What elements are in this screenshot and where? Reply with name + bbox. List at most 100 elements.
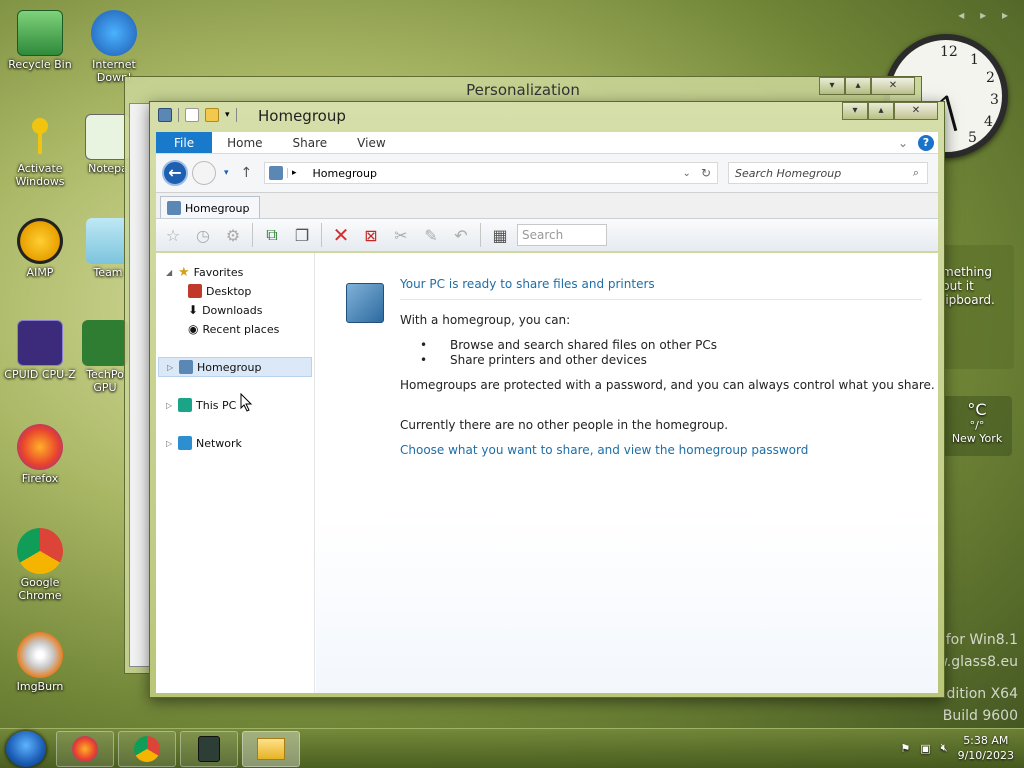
ribbon-tabs: File Home Share View ⌄ ? bbox=[156, 132, 938, 154]
title-bar[interactable]: ▾ Homegroup ▾ ▴ ✕ bbox=[150, 102, 944, 130]
up-arrow-icon[interactable]: ↑ bbox=[241, 165, 253, 181]
nav-homegroup[interactable]: ▷ Homegroup bbox=[158, 357, 312, 377]
refresh-icon[interactable]: ↻ bbox=[701, 166, 717, 180]
recent-places-icon: ◉ bbox=[188, 322, 199, 336]
system-tray: ⚑ ▣ 🔇︎ 5:38 AM 9/10/2023 bbox=[900, 733, 1014, 763]
tab-homegroup[interactable]: Homegroup bbox=[160, 196, 261, 219]
taskbar-clock[interactable]: 5:38 AM 9/10/2023 bbox=[958, 733, 1014, 763]
volume-muted-icon[interactable]: 🔇︎ bbox=[941, 741, 948, 755]
maximize-button[interactable]: ▴ bbox=[868, 102, 894, 120]
view-options-icon[interactable]: ▦ bbox=[487, 222, 513, 248]
toolbar-search-input[interactable]: Search bbox=[517, 224, 607, 246]
address-dropdown-icon[interactable]: ⌄ bbox=[683, 168, 701, 179]
network-icon bbox=[178, 436, 192, 450]
expand-ribbon-icon[interactable]: ⌄ bbox=[898, 136, 908, 150]
help-icon[interactable]: ? bbox=[918, 134, 934, 151]
homegroup-window-icon[interactable] bbox=[158, 108, 172, 122]
chrome-icon bbox=[134, 736, 160, 762]
nav-desktop[interactable]: Desktop bbox=[188, 284, 251, 298]
network-tray-icon[interactable]: ▣ bbox=[920, 742, 930, 755]
taskbar-chrome[interactable] bbox=[118, 731, 176, 767]
command-toolbar: ☆ ◷ ⚙ ⧉ ❐ ✕ ⊠ ✂ ✎ ↶ ▦ Search bbox=[156, 218, 938, 252]
maximize-button[interactable]: ▴ bbox=[845, 77, 871, 95]
watermark-line2: w.glass8.eu bbox=[936, 654, 1018, 670]
chrome-icon[interactable]: Google Chrome bbox=[0, 528, 80, 602]
new-folder-icon[interactable] bbox=[205, 108, 219, 122]
homegroup-window[interactable]: ▾ Homegroup ▾ ▴ ✕ File Home Share View ⌄… bbox=[149, 101, 945, 698]
delete-icon[interactable]: ✕ bbox=[328, 222, 354, 248]
clipboard-note-gadget[interactable]: mething put it lipboard. bbox=[936, 245, 1014, 369]
tab-view[interactable]: View bbox=[342, 132, 400, 153]
aimp-icon[interactable]: AIMP bbox=[0, 218, 80, 279]
bullet-1: • Browse and search shared files on othe… bbox=[420, 338, 717, 352]
navigation-bar: ← ▾ ↑ ▸ Homegroup ⌄ ↻ Search Homegroup ⌕ bbox=[156, 154, 938, 192]
expanded-arrow-icon[interactable]: ◢ bbox=[166, 268, 174, 277]
nav-this-pc[interactable]: ▷ This PC bbox=[166, 398, 236, 412]
nav-network[interactable]: ▷ Network bbox=[166, 436, 242, 450]
chevron-down-icon[interactable]: ▾ bbox=[225, 110, 230, 120]
star-icon: ★ bbox=[178, 265, 190, 280]
quick-access-toolbar: ▾ bbox=[158, 108, 237, 122]
address-bar[interactable]: ▸ Homegroup ⌄ ↻ bbox=[264, 162, 718, 184]
intro-text: With a homegroup, you can: bbox=[400, 313, 571, 327]
downloads-icon: ⬇ bbox=[188, 303, 199, 317]
no-people-text: Currently there are no other people in t… bbox=[400, 418, 729, 432]
copy-to-icon[interactable]: ⧉ bbox=[259, 222, 285, 248]
close-button[interactable]: ✕ bbox=[871, 77, 915, 95]
cut-icon[interactable]: ✂ bbox=[388, 222, 414, 248]
navigation-pane: ◢ ★ Favorites Desktop ⬇ Downloads ◉ Rece… bbox=[156, 253, 315, 693]
taskbar: ⚑ ▣ 🔇︎ 5:38 AM 9/10/2023 bbox=[0, 728, 1024, 768]
cpu-z-icon[interactable]: CPUID CPU-Z bbox=[0, 320, 80, 381]
personalization-title: Personalization bbox=[466, 81, 580, 99]
properties-icon[interactable] bbox=[185, 108, 199, 122]
tab-home[interactable]: Home bbox=[212, 132, 277, 153]
watermark-line3: dition X64 bbox=[946, 686, 1018, 702]
gpu-z-icon[interactable]: TechPo GPU bbox=[80, 320, 130, 394]
window-title: Homegroup bbox=[258, 107, 346, 125]
internet-download-manager-icon[interactable]: Internet Downl bbox=[76, 10, 152, 84]
mouse-cursor-icon bbox=[240, 393, 253, 412]
recent-locations-icon[interactable]: ▾ bbox=[224, 168, 229, 178]
history-icon[interactable]: ◷ bbox=[190, 222, 216, 248]
collapsed-arrow-icon[interactable]: ▷ bbox=[166, 401, 174, 410]
search-icon[interactable]: ⌕ bbox=[913, 166, 927, 180]
move-to-icon[interactable]: ❐ bbox=[289, 222, 315, 248]
nav-favorites[interactable]: ◢ ★ Favorites bbox=[166, 265, 243, 280]
minimize-button[interactable]: ▾ bbox=[842, 102, 868, 120]
ready-heading: Your PC is ready to share files and prin… bbox=[400, 277, 655, 291]
imgburn-icon[interactable]: ImgBurn bbox=[0, 632, 80, 693]
rename-icon[interactable]: ✎ bbox=[418, 222, 444, 248]
nav-downloads[interactable]: ⬇ Downloads bbox=[188, 303, 262, 317]
firefox-icon[interactable]: Firefox bbox=[0, 424, 80, 485]
tools-icon[interactable]: ⚙ bbox=[220, 222, 246, 248]
back-button[interactable]: ← bbox=[162, 160, 188, 186]
undo-icon[interactable]: ↶ bbox=[448, 222, 474, 248]
tab-file[interactable]: File bbox=[156, 132, 213, 153]
protected-text: Homegroups are protected with a password… bbox=[400, 378, 935, 392]
desktop-icon bbox=[188, 284, 202, 298]
recycle-bin-icon[interactable]: Recycle Bin bbox=[0, 10, 80, 71]
taskbar-app[interactable] bbox=[180, 731, 238, 767]
taskbar-file-explorer[interactable] bbox=[242, 731, 300, 767]
favorite-star-icon[interactable]: ☆ bbox=[160, 222, 186, 248]
delete-permanently-icon[interactable]: ⊠ bbox=[358, 222, 384, 248]
gadget-arrows[interactable]: ◂ ▸ ▸ bbox=[958, 8, 1014, 22]
choose-share-link[interactable]: Choose what you want to share, and view … bbox=[400, 443, 808, 457]
taskbar-firefox[interactable] bbox=[56, 731, 114, 767]
close-button[interactable]: ✕ bbox=[894, 102, 938, 120]
homegroup-content: Your PC is ready to share files and prin… bbox=[316, 253, 938, 693]
activate-windows-icon[interactable]: Activate Windows bbox=[0, 114, 80, 188]
forward-button[interactable] bbox=[192, 161, 216, 185]
collapsed-arrow-icon[interactable]: ▷ bbox=[166, 439, 174, 448]
collapsed-arrow-icon[interactable]: ▷ bbox=[167, 363, 175, 372]
tab-share[interactable]: Share bbox=[278, 132, 343, 153]
search-input[interactable]: Search Homegroup ⌕ bbox=[728, 162, 928, 184]
start-button[interactable] bbox=[6, 731, 46, 767]
main-pane: ◢ ★ Favorites Desktop ⬇ Downloads ◉ Rece… bbox=[156, 253, 938, 693]
app-icon bbox=[198, 736, 220, 762]
weather-gadget[interactable]: °C °/° New York bbox=[942, 396, 1012, 456]
action-center-flag-icon[interactable]: ⚑ bbox=[900, 742, 910, 755]
dropdown-button[interactable]: ▾ bbox=[819, 77, 845, 95]
nav-recent-places[interactable]: ◉ Recent places bbox=[188, 322, 279, 336]
breadcrumb-chevron-icon[interactable]: ▸ bbox=[287, 168, 301, 178]
